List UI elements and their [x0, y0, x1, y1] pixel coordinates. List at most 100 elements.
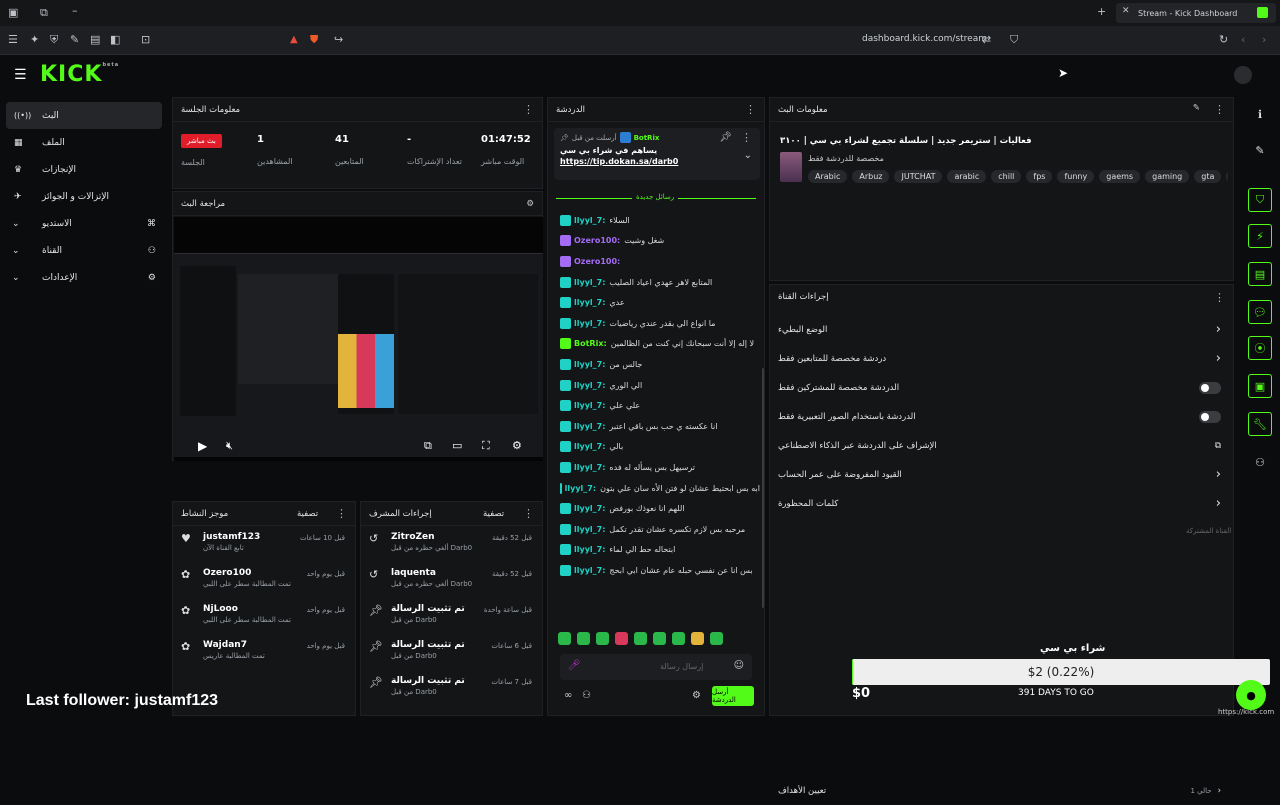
more-menu-icon[interactable]: ⋮: [741, 131, 752, 144]
more-menu-icon[interactable]: ⋮: [1214, 103, 1225, 116]
new-tab-icon[interactable]: +: [1097, 5, 1106, 18]
emote-icon[interactable]: [615, 632, 628, 645]
stream-tag[interactable]: Arbuz: [852, 170, 890, 183]
sidebar-item-studio[interactable]: ⌄ الاستديو ⌘: [6, 210, 162, 237]
external-link-icon[interactable]: ⧉: [1215, 441, 1221, 451]
channel-action-row[interactable]: كلمات المحظورة ›: [770, 489, 1233, 518]
bookmark-icon[interactable]: ⛉: [1010, 33, 1018, 47]
play-icon[interactable]: ▶: [198, 439, 207, 453]
chat-rules-icon[interactable]: ∞: [564, 690, 572, 701]
chat-message[interactable]: llyyl_7: انا عكسته ي حب بس باقي اعتبر: [554, 416, 760, 437]
gallery-icon[interactable]: ▣: [1248, 374, 1272, 398]
emote-icon[interactable]: [672, 632, 685, 645]
chat-username[interactable]: BotRix:: [574, 339, 607, 348]
stream-tag[interactable]: gaming: [1145, 170, 1190, 183]
pin-icon[interactable]: ✎: [70, 33, 79, 46]
chat-username[interactable]: llyyl_7:: [574, 504, 605, 513]
chat-fab-icon[interactable]: ●: [1236, 680, 1266, 710]
sidebar-toggle-icon[interactable]: ◧: [110, 33, 120, 46]
close-tab-icon[interactable]: ✕: [1122, 6, 1130, 16]
pinned-user[interactable]: BotRix: [634, 134, 660, 142]
chat-username[interactable]: Ozero100:: [574, 236, 620, 245]
activity-row[interactable]: ✿ Wajdan7 تمت المطالبة عاريس قبل يوم واحد: [173, 634, 355, 670]
forward-icon[interactable]: ›: [1262, 33, 1266, 46]
pinned-message[interactable]: 📌︎ أرسلت من قبل BotRix يساهم في شراء بي …: [554, 128, 760, 180]
channel-action-row[interactable]: الدردشة باستخدام الصور التعبيرية فقط: [770, 402, 1233, 431]
chat-username[interactable]: llyyl_7:: [574, 545, 605, 554]
chat-username[interactable]: llyyl_7:: [574, 525, 605, 534]
window-menu-icon[interactable]: ▣: [8, 6, 18, 19]
chevron-down-icon[interactable]: ⌄: [744, 150, 752, 161]
chat-message[interactable]: Ozero100: شغل وشيت: [554, 231, 760, 252]
edit-icon[interactable]: ✎: [1248, 138, 1272, 162]
mod-icon[interactable]: ⛉: [1248, 188, 1272, 212]
edit-icon[interactable]: ✎: [1193, 103, 1200, 116]
minimize-icon[interactable]: –: [72, 4, 78, 17]
channel-action-row[interactable]: الوضع البطيء ›: [770, 315, 1233, 344]
users-icon[interactable]: ⚇: [1248, 450, 1272, 474]
stream-tag[interactable]: funny: [1057, 170, 1095, 183]
emote-icon[interactable]: [558, 632, 571, 645]
chat-username[interactable]: llyyl_7:: [574, 401, 605, 410]
users-icon[interactable]: ⚇: [582, 690, 591, 701]
mute-icon[interactable]: 🔇︎: [226, 439, 233, 453]
emote-icon[interactable]: [577, 632, 590, 645]
reload-icon[interactable]: ↻: [1219, 33, 1228, 46]
chat-username[interactable]: llyyl_7:: [574, 442, 605, 451]
chat-message[interactable]: llyyl_7: ترسيهل بس يسأله له فده: [554, 457, 760, 478]
screenshot-icon[interactable]: ⊡: [141, 33, 150, 46]
activity-row[interactable]: ✿ Ozero100 تمت المطالبة سطر على اللبي قبل ي…: [173, 562, 355, 598]
mod-action-title[interactable]: ZitroZen: [391, 532, 472, 542]
chat-bubble-icon[interactable]: 💬︎: [1248, 300, 1272, 324]
chat-username[interactable]: llyyl_7:: [574, 278, 605, 287]
goals-row[interactable]: تعيين الأهداف 1 حالي ›: [770, 776, 1233, 805]
chat-message[interactable]: llyyl_7: عدي: [554, 292, 760, 313]
chat-message[interactable]: llyyl_7: ما انواع الي بقدر عندي رياضيات: [554, 313, 760, 334]
stream-tag[interactable]: chill: [991, 170, 1022, 183]
emote-icon[interactable]: [596, 632, 609, 645]
chevron-right-icon[interactable]: ›: [1216, 351, 1221, 366]
chat-username[interactable]: Ozero100:: [574, 257, 620, 266]
reader-icon[interactable]: ↪: [334, 33, 343, 46]
brave-shield-icon[interactable]: ⛊: [310, 33, 318, 47]
theater-icon[interactable]: ▭: [452, 439, 462, 452]
fullscreen-icon[interactable]: ⛶: [482, 439, 490, 453]
mod-action-title[interactable]: laquenta: [391, 568, 472, 578]
chat-username[interactable]: llyyl_7:: [574, 319, 605, 328]
browser-tab[interactable]: ✕ Stream - Kick Dashboard: [1116, 3, 1276, 23]
chat-username[interactable]: llyyl_7:: [574, 298, 605, 307]
hamburger-menu-icon[interactable]: ☰: [8, 33, 18, 46]
chat-message[interactable]: llyyl_7: اللهم انا نعوذك بورفض: [554, 498, 760, 519]
chat-message[interactable]: Ozero100:: [554, 251, 760, 272]
tab-list-icon[interactable]: ⧉: [40, 6, 48, 20]
lightning-icon[interactable]: ⚡: [1248, 224, 1272, 248]
stream-tag[interactable]: fps: [1026, 170, 1053, 183]
chat-message[interactable]: llyyl_7: جالس من: [554, 354, 760, 375]
sidebar-item-stream[interactable]: ((•)) البث: [6, 102, 162, 129]
activity-user[interactable]: justamf123: [203, 532, 260, 542]
stream-tag[interactable]: gaems: [1099, 170, 1141, 183]
toggle-switch[interactable]: [1199, 381, 1221, 394]
chat-message[interactable]: llyyl_7: مرحبه بس لازم تكسره عشان تقدر تك…: [554, 519, 760, 540]
gear-icon[interactable]: ⚙: [512, 439, 522, 452]
activity-row[interactable]: ♥ justamf123 تابع القناة الآن قبل 10 ساعات: [173, 526, 355, 562]
sidebar-item-rewards[interactable]: ✈ الإتزالات و الجوائز: [6, 183, 162, 210]
more-menu-icon[interactable]: ⋮: [745, 103, 756, 116]
sidebar-item-channel[interactable]: ⌄ القناة ⚇: [6, 237, 162, 264]
chat-message[interactable]: llyyl_7: بس انا عن نفسي حبله عام عشان ابي…: [554, 560, 760, 581]
channel-action-row[interactable]: دردشة مخصصة للمتابعين فقط ›: [770, 344, 1233, 373]
mod-action-row[interactable]: 📌︎ تم تثبيت الرسالة من قبل Darb0 قبل 6 ساعا…: [361, 634, 542, 670]
emote-icon[interactable]: [710, 632, 723, 645]
chat-message[interactable]: llyyl_7: ابتحاله حط الي لماء: [554, 540, 760, 561]
info-icon[interactable]: ℹ: [1248, 102, 1272, 126]
gear-icon[interactable]: ⚙: [692, 690, 701, 701]
extensions-icon[interactable]: ✦: [30, 33, 39, 46]
activity-user[interactable]: NjLooo: [203, 604, 291, 614]
chat-message[interactable]: llyyl_7: المتابع لاهر عهدي اعياد الصليب: [554, 272, 760, 293]
sidebar-item-settings[interactable]: ⌄ الإعدادات ⚙: [6, 264, 162, 291]
mod-action-title[interactable]: تم تثبيت الرسالة: [391, 640, 465, 650]
translate-icon[interactable]: ⇄: [982, 33, 991, 46]
chat-username[interactable]: llyyl_7:: [574, 422, 605, 431]
unpin-icon[interactable]: 📌︎: [719, 132, 732, 143]
stream-tag[interactable]: arabic: [947, 170, 987, 183]
